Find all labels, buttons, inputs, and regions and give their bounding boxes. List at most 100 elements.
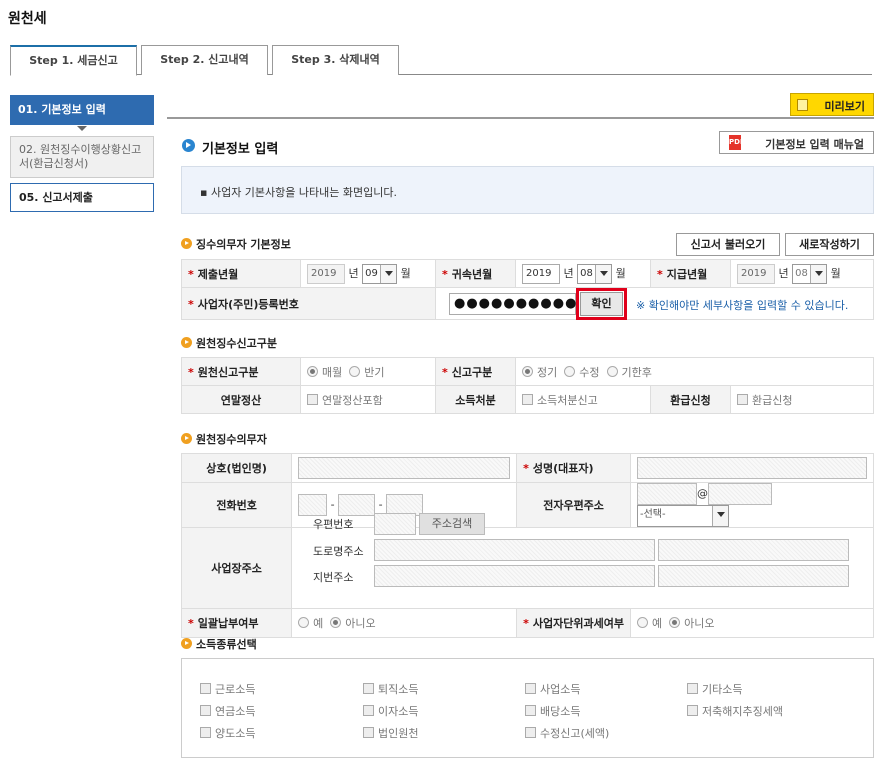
orange-bullet-icon xyxy=(181,433,192,444)
yearend-checkbox[interactable]: 연말정산포함 xyxy=(307,393,383,407)
income-checkbox[interactable]: 근로소득 xyxy=(200,681,255,697)
radio-half[interactable]: 반기 xyxy=(349,365,385,379)
income-checkbox[interactable]: 배당소득 xyxy=(525,703,580,719)
email-domain-input[interactable] xyxy=(708,483,772,505)
manual-button[interactable]: PDF 기본정보 입력 매뉴얼 xyxy=(719,131,874,154)
page-title: 원천세 xyxy=(8,11,47,27)
company-input[interactable] xyxy=(298,457,511,479)
zip-input[interactable] xyxy=(374,513,416,535)
company-label: 상호(법인명) xyxy=(180,453,293,483)
orange-bullet-icon xyxy=(181,238,192,249)
income-checkbox[interactable]: 이자소득 xyxy=(363,703,418,719)
ceo-label: 성명(대표자) xyxy=(532,462,594,475)
new-report-button[interactable]: 새로작성하기 xyxy=(785,233,874,256)
income-disp-label: 소득처분 xyxy=(435,385,516,414)
regno-label: 사업자(주민)등록번호 xyxy=(197,297,299,311)
radio-regular[interactable]: 정기 xyxy=(522,365,557,379)
load-report-button[interactable]: 신고서 불러오기 xyxy=(676,233,780,256)
withholder-section-title: 징수의무자 기본정보 xyxy=(181,236,291,252)
tab-step1[interactable]: Step 1. 세금신고 xyxy=(10,45,137,76)
preview-button[interactable]: 미리보기 xyxy=(790,93,874,116)
income-disp-checkbox[interactable]: 소득처분신고 xyxy=(522,393,598,407)
confirm-note: ※ 확인해야만 세부사항을 입력할 수 있습니다. xyxy=(636,299,849,312)
ceo-input[interactable] xyxy=(637,457,867,479)
income-checkbox[interactable]: 퇴직소득 xyxy=(363,681,418,697)
email-select-value: -선택- xyxy=(640,509,666,520)
info-text: ▪ 사업자 기본사항을 나타내는 화면입니다. xyxy=(200,186,397,199)
submit-month-select[interactable]: 09 xyxy=(362,263,398,284)
year-unit: 년 xyxy=(348,266,359,280)
pdf-icon: PDF xyxy=(729,135,745,150)
unit-no-radio[interactable]: 아니오 xyxy=(669,617,715,630)
confirm-button[interactable]: 확인 xyxy=(580,292,623,316)
belong-year[interactable]: 2019 xyxy=(522,263,560,284)
income-checkbox[interactable]: 저축해지추징세액 xyxy=(687,703,783,719)
radio-amend[interactable]: 수정 xyxy=(564,365,600,379)
lot-address-label: 지번주소 xyxy=(313,571,354,584)
pay-month: 08 xyxy=(795,267,808,279)
road-address-label: 도로명주소 xyxy=(313,545,364,558)
email-id-input[interactable] xyxy=(637,483,697,505)
phone-label: 전화번호 xyxy=(180,482,293,528)
email-domain-select[interactable]: -선택- xyxy=(637,505,729,527)
pay-year: 2019 xyxy=(737,263,775,284)
email-label: 전자우편주소 xyxy=(516,482,631,528)
document-icon xyxy=(797,99,808,111)
regno-input[interactable]: ●●●●●●●●●● xyxy=(449,293,576,315)
bulk-no-radio[interactable]: 아니오 xyxy=(330,617,376,630)
unit-tax-label: 사업자단위과세여부 xyxy=(532,617,624,630)
income-types-box: 근로소득 퇴직소득 사업소득 기타소득 연금소득 이자소득 배당소득 저축해지추… xyxy=(181,658,874,758)
unit-yes-radio[interactable]: 예 xyxy=(637,617,662,630)
tab-step3[interactable]: Step 3. 삭제내역 xyxy=(272,45,399,75)
tab-step2[interactable]: Step 2. 신고내역 xyxy=(141,45,268,75)
year-unit: 년 xyxy=(563,266,574,280)
address-search-button[interactable]: 주소검색 xyxy=(419,513,485,535)
road-address-input[interactable] xyxy=(374,539,655,561)
report-type-section-title: 원천징수신고구분 xyxy=(181,335,277,351)
chevron-down-icon xyxy=(595,264,612,283)
address-label: 사업장주소 xyxy=(180,527,293,609)
step-withholding-report[interactable]: 02. 원천징수이행상황신고서(환급신청서) xyxy=(10,136,154,178)
income-checkbox[interactable]: 연금소득 xyxy=(200,703,255,719)
chevron-down-icon xyxy=(380,264,397,283)
road-address-detail-input[interactable] xyxy=(658,539,849,561)
month-unit: 월 xyxy=(830,266,841,280)
report-label: 신고구분 xyxy=(451,365,493,379)
phone-mid-input[interactable] xyxy=(338,494,376,516)
month-unit: 월 xyxy=(615,266,626,280)
step-tabs: Step 1. 세금신고 Step 2. 신고내역 Step 3. 삭제내역 xyxy=(10,45,872,76)
income-checkbox[interactable]: 수정신고(세액) xyxy=(525,725,609,741)
radio-late[interactable]: 기한후 xyxy=(606,365,652,379)
zip-label: 우편번호 xyxy=(313,518,354,531)
divider xyxy=(167,117,874,119)
refund-checkbox[interactable]: 환급신청 xyxy=(737,393,792,407)
radio-monthly[interactable]: 매월 xyxy=(307,365,342,379)
income-checkbox[interactable]: 양도소득 xyxy=(200,725,255,741)
step-basic-info[interactable]: 01. 기본정보 입력 xyxy=(10,95,154,125)
income-types-section-title: 소득종류선택 xyxy=(181,636,257,652)
income-checkbox[interactable]: 법인원천 xyxy=(363,725,418,741)
bulk-yes-radio[interactable]: 예 xyxy=(298,617,323,630)
bulk-label: 일괄납부여부 xyxy=(197,617,259,630)
step-arrow-icon xyxy=(77,126,87,131)
income-checkbox[interactable]: 기타소득 xyxy=(687,681,742,697)
preview-label: 미리보기 xyxy=(824,100,865,113)
lot-address-detail-input[interactable] xyxy=(658,565,849,587)
orange-bullet-icon xyxy=(181,337,192,348)
pay-month-select[interactable]: 08 xyxy=(792,263,828,284)
step-submit[interactable]: 05. 신고서제출 xyxy=(10,183,154,212)
belong-month-select[interactable]: 08 xyxy=(577,263,613,284)
section-title: 기본정보 입력 xyxy=(202,142,279,157)
submit-month: 09 xyxy=(365,267,378,279)
belong-label: 귀속년월 xyxy=(451,267,493,281)
withholder-title: 징수의무자 기본정보 xyxy=(196,238,291,251)
phone-area-input[interactable] xyxy=(298,494,328,516)
obligor-section-title: 원천징수의무자 xyxy=(181,431,267,447)
submit-label: 제출년월 xyxy=(197,267,239,281)
section-bullet-icon xyxy=(182,139,195,152)
month-unit: 월 xyxy=(400,266,411,280)
refund-label: 환급신청 xyxy=(650,385,731,414)
lot-address-input[interactable] xyxy=(374,565,655,587)
pay-label: 지급년월 xyxy=(666,267,708,281)
income-checkbox[interactable]: 사업소득 xyxy=(525,681,580,697)
